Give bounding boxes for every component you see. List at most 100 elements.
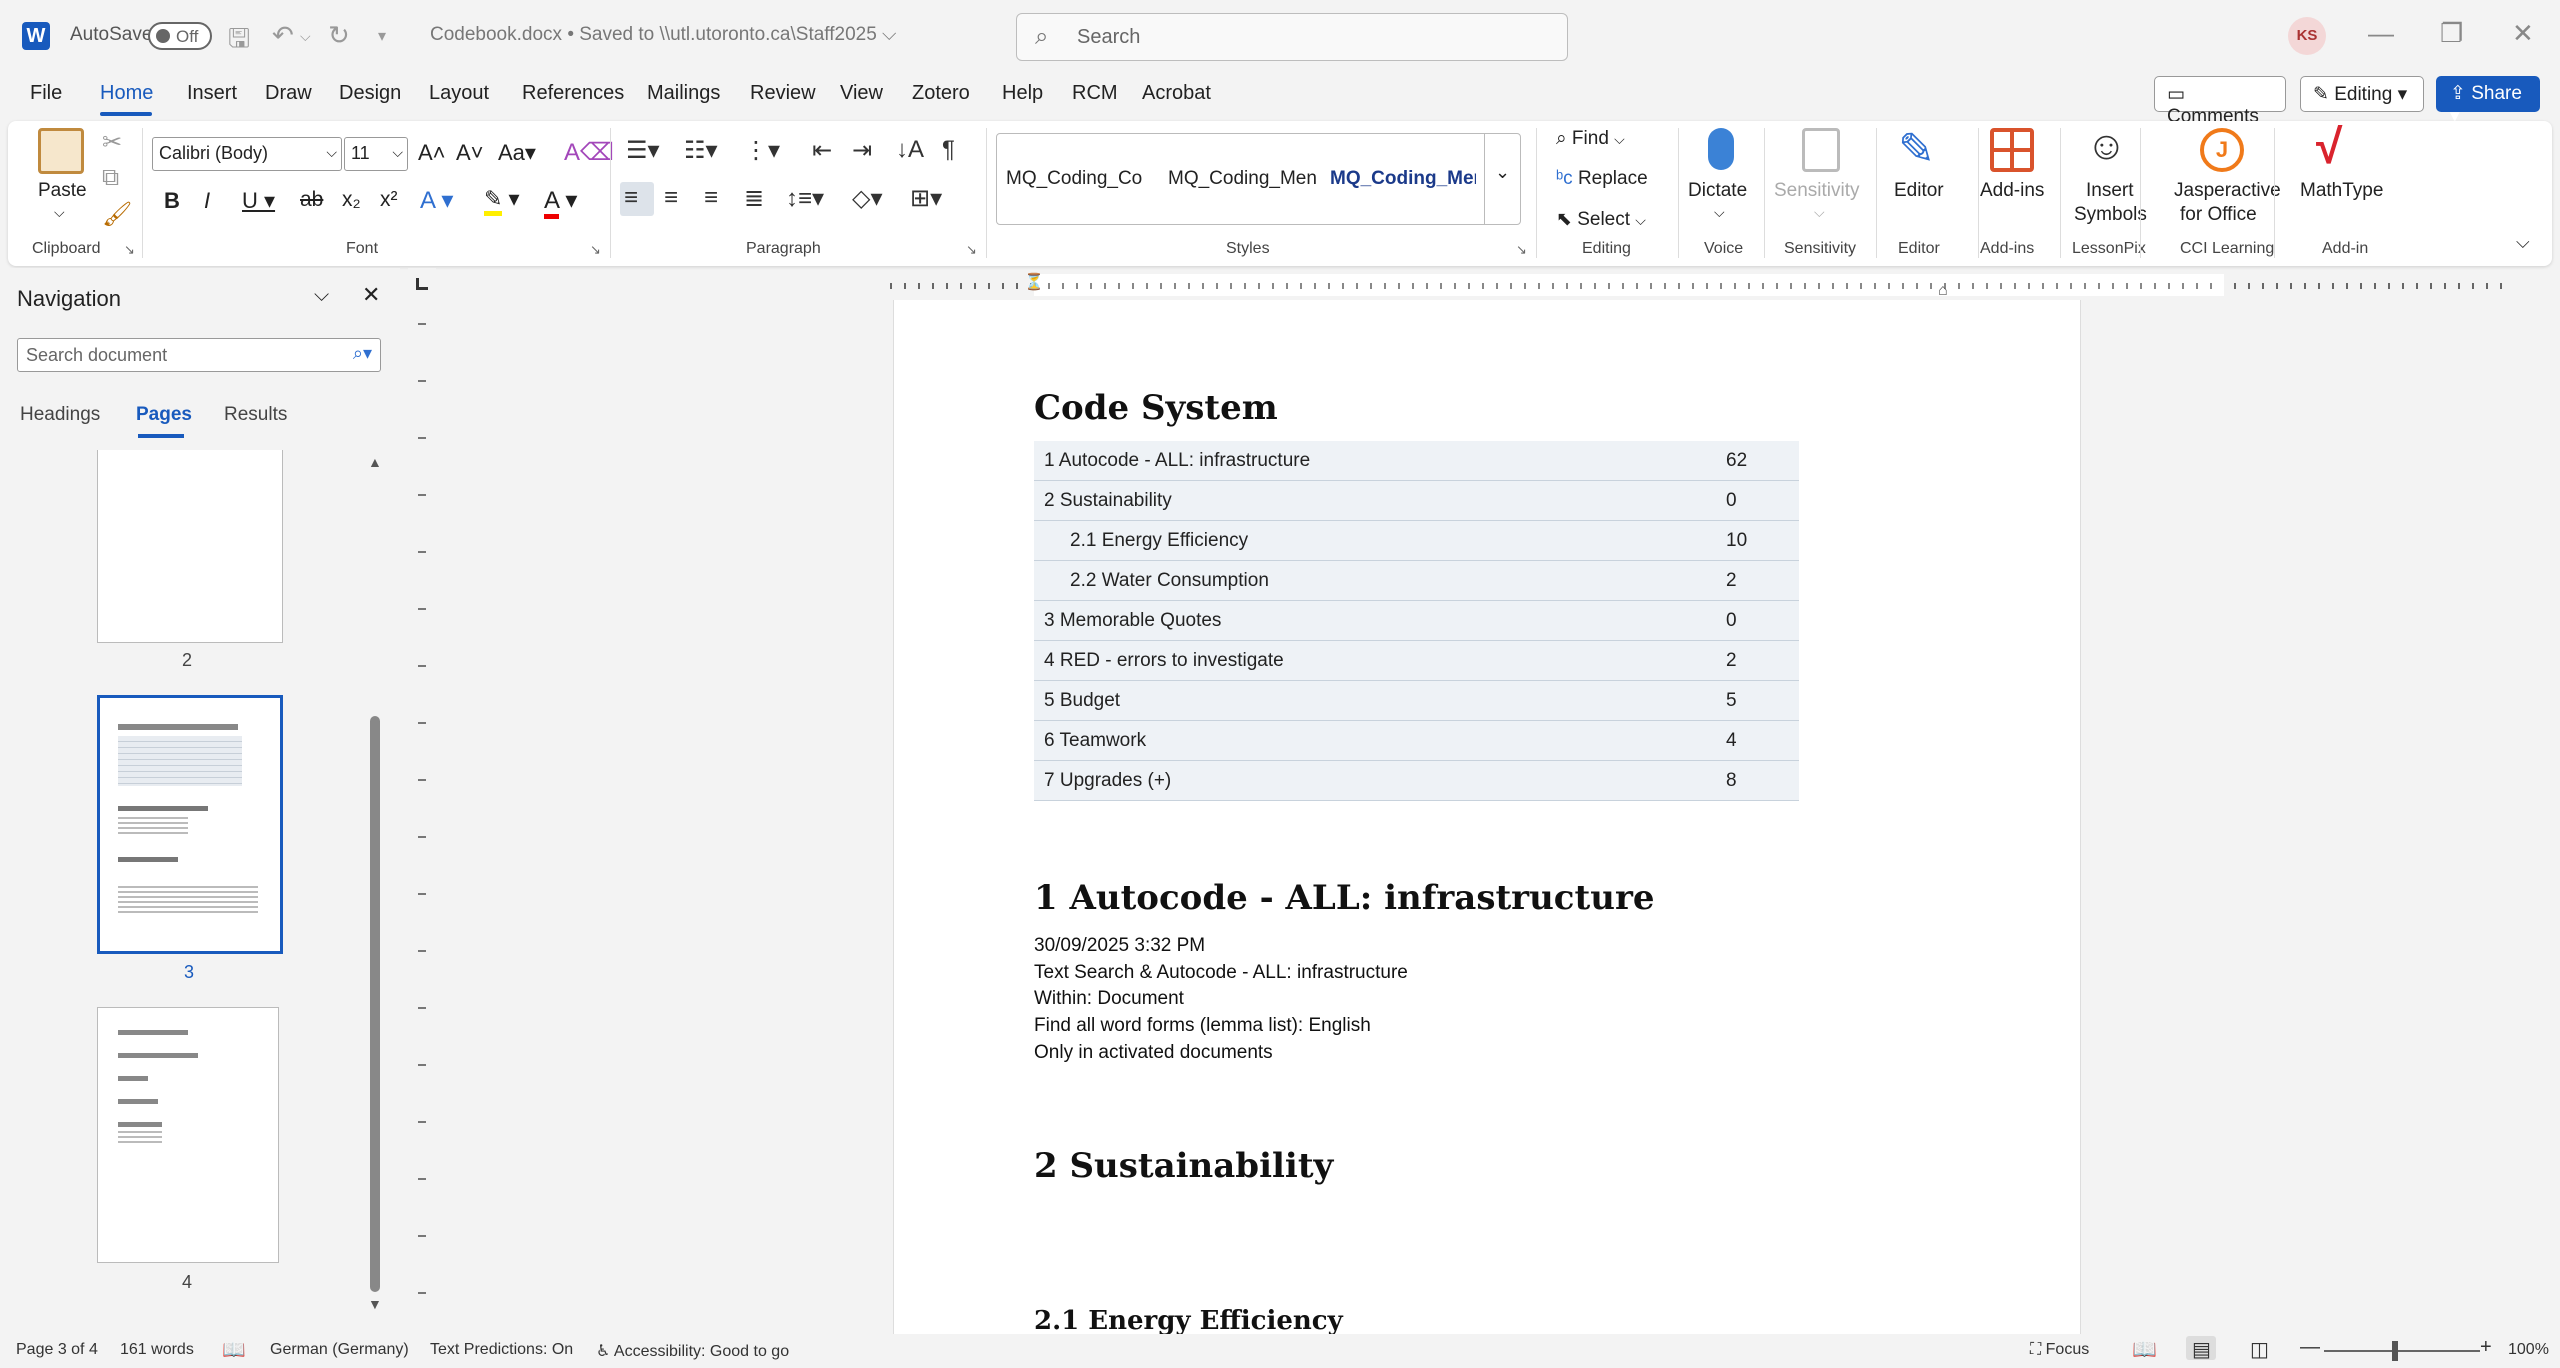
shading-icon[interactable]: ◇▾ — [852, 184, 883, 213]
read-mode-icon[interactable]: 📖 — [2132, 1337, 2157, 1362]
paragraph-launcher-icon[interactable]: ↘ — [966, 242, 977, 258]
tab-view[interactable]: View — [840, 82, 883, 105]
nav-scrollbar[interactable] — [370, 716, 380, 1292]
format-painter-icon[interactable]: 🖌 — [102, 200, 132, 229]
print-layout-icon[interactable]: ▤ — [2192, 1337, 2211, 1362]
tab-layout[interactable]: Layout — [429, 82, 489, 105]
add-ins-icon[interactable] — [1990, 128, 2034, 172]
page-count[interactable]: Page 3 of 4 — [16, 1341, 98, 1359]
undo-icon[interactable]: ↶ — [272, 20, 294, 51]
page-thumbnail[interactable] — [97, 450, 283, 643]
paste-icon[interactable] — [38, 128, 84, 174]
strikethrough-icon[interactable]: ab — [300, 188, 323, 212]
tab-mailings[interactable]: Mailings — [647, 82, 720, 105]
document-title[interactable]: Codebook.docx • Saved to \\utl.utoronto.… — [430, 24, 896, 46]
tab-acrobat[interactable]: Acrobat — [1142, 82, 1211, 105]
font-launcher-icon[interactable]: ↘ — [590, 242, 601, 258]
web-layout-icon[interactable]: ◫ — [2250, 1337, 2269, 1362]
autosave-toggle[interactable]: Off — [148, 22, 212, 50]
highlight-icon[interactable]: ✎ ▾ — [484, 186, 520, 216]
find-button[interactable]: ⌕ Find ⌵ — [1556, 128, 1625, 150]
undo-dropdown-icon[interactable]: ⌵ — [300, 28, 311, 45]
bullets-icon[interactable]: ☰▾ — [626, 136, 660, 165]
change-case-icon[interactable]: Aa▾ — [498, 140, 536, 166]
bold-icon[interactable]: B — [164, 188, 180, 214]
tab-selector-icon[interactable] — [416, 278, 428, 290]
indent-marker-icon[interactable]: ⏳ — [1024, 272, 1044, 292]
jasperactive-icon[interactable]: J — [2200, 128, 2244, 172]
editor-icon[interactable]: ✎ — [1898, 124, 1935, 175]
dictate-button[interactable]: Dictate — [1688, 180, 1747, 202]
editing-mode-button[interactable]: ✎ Editing ▾ — [2300, 76, 2424, 112]
increase-indent-icon[interactable]: ⇥ — [852, 136, 872, 165]
tab-draw[interactable]: Draw — [265, 82, 312, 105]
close-icon[interactable]: ✕ — [2512, 18, 2534, 49]
styles-more-icon[interactable]: ⌄ — [1484, 134, 1520, 224]
styles-launcher-icon[interactable]: ↘ — [1516, 242, 1527, 258]
add-ins-button[interactable]: Add-ins — [1980, 180, 2044, 202]
style-item[interactable]: MQ_Coding_Men — [1168, 168, 1316, 190]
font-color-icon[interactable]: A ▾ — [544, 186, 577, 219]
mathtype-button[interactable]: MathType — [2300, 180, 2383, 202]
word-count[interactable]: 161 words — [120, 1341, 194, 1359]
jasperactive-button[interactable]: Jasperactive — [2174, 180, 2281, 202]
style-item[interactable]: MQ_Coding_Co — [1006, 168, 1148, 190]
underline-icon[interactable]: U ▾ — [242, 188, 275, 214]
borders-icon[interactable]: ⊞▾ — [910, 184, 942, 213]
right-indent-marker-icon[interactable]: ⌂ — [1938, 282, 1948, 300]
minimize-icon[interactable]: — — [2368, 18, 2394, 49]
dictate-dropdown-icon[interactable]: ⌵ — [1714, 204, 1725, 221]
lessonpix-icon[interactable]: ☺ — [2086, 124, 2127, 169]
text-effects-icon[interactable]: A ▾ — [420, 186, 453, 215]
insert-symbols-button-line2[interactable]: Symbols — [2074, 204, 2147, 226]
nav-search-input[interactable]: Search document ⌕▾ — [17, 338, 381, 372]
zoom-out-icon[interactable]: — — [2300, 1336, 2320, 1359]
search-icon[interactable]: ⌕▾ — [353, 343, 372, 364]
copy-icon[interactable]: ⧉ — [102, 164, 119, 192]
clipboard-launcher-icon[interactable]: ↘ — [124, 242, 135, 258]
tab-results[interactable]: Results — [224, 404, 287, 426]
avatar[interactable]: KS — [2288, 17, 2326, 55]
superscript-icon[interactable]: x² — [380, 188, 398, 212]
save-icon[interactable]: 🖫 — [228, 20, 250, 64]
justify-icon[interactable]: ≣ — [744, 184, 764, 213]
restore-icon[interactable]: ❐ — [2440, 18, 2463, 49]
align-right-icon[interactable]: ≡ — [704, 184, 718, 212]
editor-button[interactable]: Editor — [1894, 180, 1944, 202]
focus-button[interactable]: ⛶ Focus — [2030, 1341, 2089, 1359]
select-button[interactable]: ⬉ Select ⌵ — [1556, 208, 1646, 231]
tab-references[interactable]: References — [522, 82, 624, 105]
share-button[interactable]: ⇪ Share ▾ — [2436, 76, 2540, 127]
insert-symbols-button[interactable]: Insert — [2086, 180, 2134, 202]
align-center-icon[interactable]: ≡ — [664, 184, 678, 212]
tab-help[interactable]: Help — [1002, 82, 1043, 105]
customize-qat-icon[interactable]: ▾ — [378, 26, 386, 46]
comments-button[interactable]: ▭ Comments — [2154, 76, 2286, 127]
show-formatting-icon[interactable]: ¶ — [942, 136, 955, 164]
cut-icon[interactable]: ✂ — [102, 128, 122, 157]
tab-headings[interactable]: Headings — [20, 404, 100, 426]
zoom-slider-thumb[interactable] — [2392, 1341, 2398, 1361]
align-left-icon[interactable]: ≡ — [624, 184, 638, 212]
sort-icon[interactable]: ↓A — [896, 136, 924, 164]
paste-button[interactable]: Paste — [38, 180, 87, 202]
page-thumbnail-selected[interactable] — [97, 695, 283, 954]
zoom-level[interactable]: 100% — [2508, 1341, 2549, 1359]
scroll-up-icon[interactable]: ▲ — [368, 454, 382, 470]
style-item[interactable]: MQ_Coding_Men — [1330, 168, 1476, 190]
line-spacing-icon[interactable]: ↕≡▾ — [786, 184, 824, 213]
language-status[interactable]: German (Germany) — [270, 1341, 409, 1359]
paste-dropdown-icon[interactable]: ⌵ — [54, 204, 65, 221]
tab-review[interactable]: Review — [750, 82, 816, 105]
tab-rcm[interactable]: RCM — [1072, 82, 1118, 105]
tab-zotero[interactable]: Zotero — [912, 82, 970, 105]
grow-font-icon[interactable]: A˄ — [418, 140, 446, 166]
multilevel-list-icon[interactable]: ⋮▾ — [744, 136, 780, 165]
subscript-icon[interactable]: x₂ — [342, 188, 361, 212]
accessibility-status[interactable]: ♿ Accessibility: Good to go — [596, 1341, 789, 1361]
italic-icon[interactable]: I — [204, 188, 210, 214]
collapse-ribbon-icon[interactable]: ⌵ — [2516, 232, 2530, 253]
search-box[interactable]: ⌕ Search — [1016, 13, 1568, 61]
chevron-down-icon[interactable]: ⌵ — [314, 284, 329, 307]
replace-button[interactable]: ᵇc Replace — [1556, 168, 1648, 190]
